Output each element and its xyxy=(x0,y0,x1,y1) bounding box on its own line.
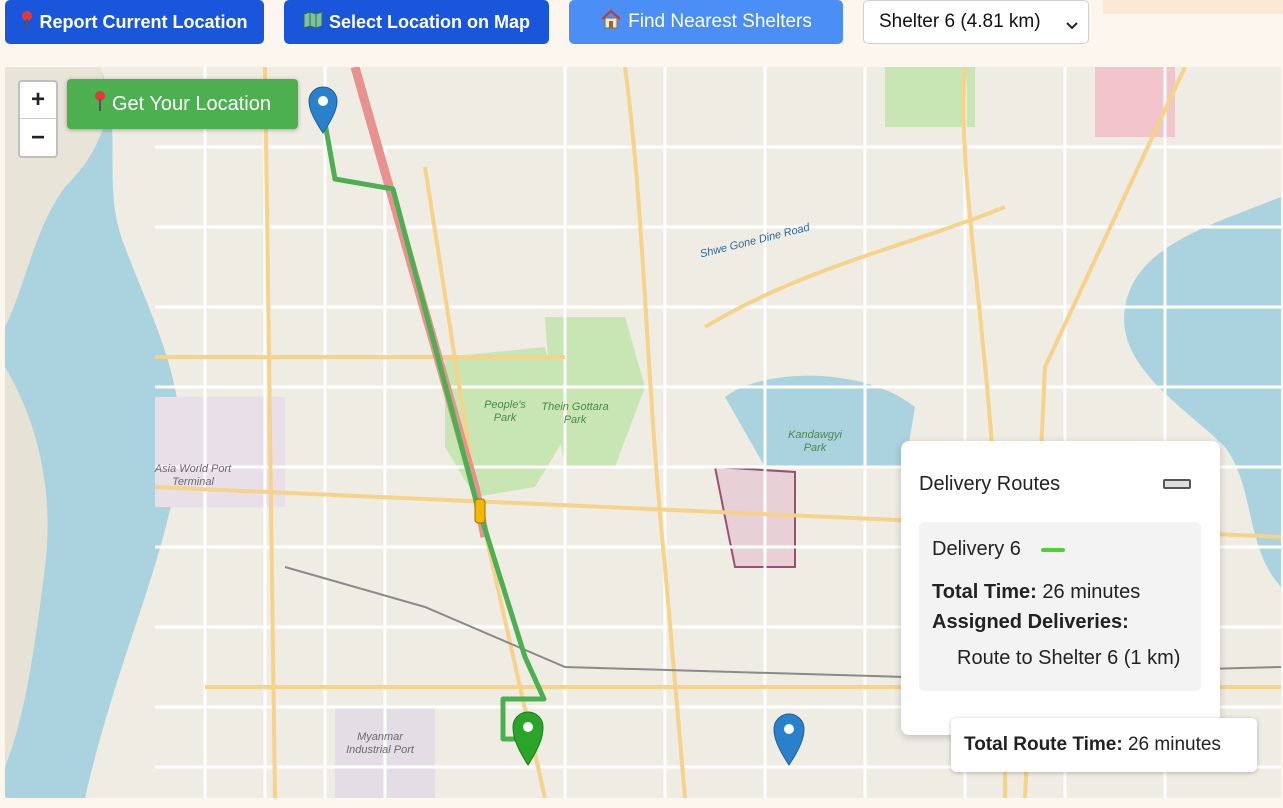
find-shelters-button[interactable]: Find Nearest Shelters xyxy=(569,0,843,44)
map-label-asia-world: Asia World Port Terminal xyxy=(154,463,232,488)
total-time-label: Total Time: xyxy=(932,581,1037,603)
total-route-value: 26 minutes xyxy=(1127,734,1221,755)
top-toolbar: Report Current Location Select Location … xyxy=(0,0,1283,52)
total-time-value: 26 minutes xyxy=(1042,581,1141,603)
map-label-kandawgyi: Kandawgyi Park xyxy=(788,429,842,454)
shelter-select[interactable]: Shelter 6 (4.81 km) xyxy=(863,0,1089,44)
select-location-button[interactable]: Select Location on Map xyxy=(284,0,549,44)
pin-icon xyxy=(21,10,33,35)
chevron-down-icon xyxy=(1066,15,1078,37)
get-location-button[interactable]: Get Your Location xyxy=(67,79,298,129)
toolbar-tint xyxy=(1103,0,1283,14)
shelter-select-value: Shelter 6 (4.81 km) xyxy=(879,11,1041,32)
map-label-myanmar-industrial: Myanmar Industrial Port xyxy=(346,731,414,756)
total-time-row: Total Time: 26 minutes xyxy=(932,581,1140,604)
house-icon xyxy=(600,9,622,35)
delivery-routes-panel: Delivery Routes Delivery 6 Total Time: 2… xyxy=(901,441,1220,735)
find-shelters-label: Find Nearest Shelters xyxy=(628,11,812,32)
report-location-button[interactable]: Report Current Location xyxy=(5,0,264,44)
zoom-out-button[interactable]: − xyxy=(20,119,56,156)
assigned-deliveries-label: Assigned Deliveries: xyxy=(932,611,1129,633)
select-location-label: Select Location on Map xyxy=(328,11,531,32)
delivery-card[interactable]: Delivery 6 Total Time: 26 minutes Assign… xyxy=(919,522,1201,691)
collapse-panel-button[interactable] xyxy=(1163,479,1191,489)
report-location-label: Report Current Location xyxy=(39,11,248,32)
total-route-time-box: Total Route Time: 26 minutes xyxy=(951,718,1257,772)
route-list-item: Route to Shelter 6 (1 km) xyxy=(957,647,1181,669)
map-icon xyxy=(303,10,323,34)
pin-icon xyxy=(94,90,106,118)
panel-title: Delivery Routes xyxy=(919,473,1061,495)
total-route-label: Total Route Time: xyxy=(964,734,1123,755)
route-color-swatch xyxy=(1041,548,1065,552)
map-view[interactable]: People's Park Thein Gottara Park Kandawg… xyxy=(5,67,1281,798)
delivery-name: Delivery 6 xyxy=(932,538,1021,560)
zoom-control: + − xyxy=(18,80,58,158)
map-label-thein-gottara: Thein Gottara Park xyxy=(541,401,609,426)
get-location-label: Get Your Location xyxy=(111,92,271,115)
zoom-in-button[interactable]: + xyxy=(20,82,56,119)
map-label-peoples-park: People's Park xyxy=(484,399,526,424)
